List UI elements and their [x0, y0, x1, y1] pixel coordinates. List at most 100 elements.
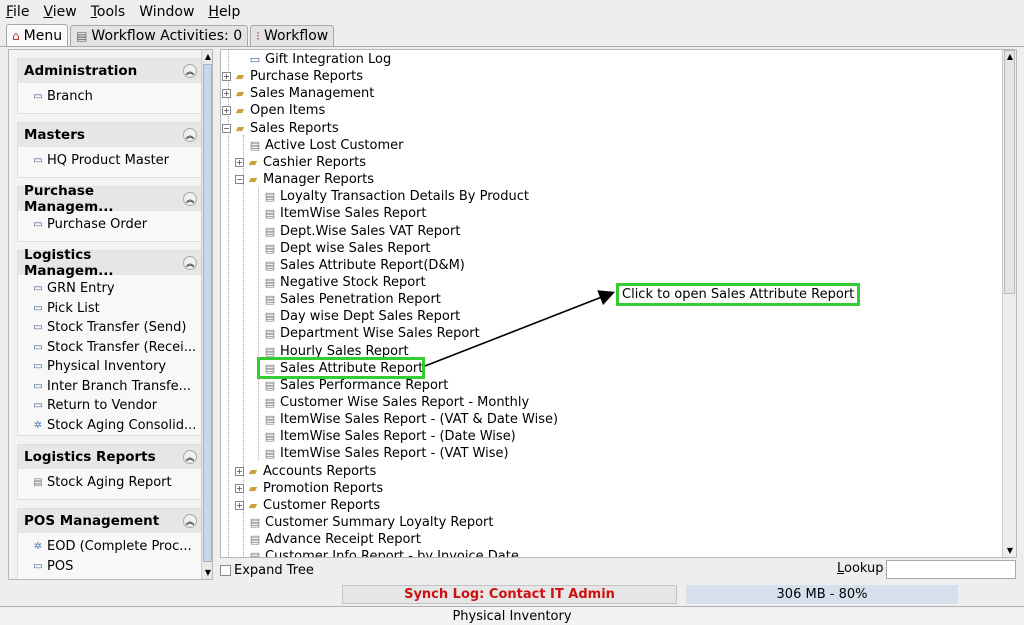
tree-item[interactable]: ▤ Advance Receipt Report: [249, 531, 421, 548]
sidebar-group-header[interactable]: POS Management ︽: [18, 509, 203, 533]
sidebar-item-label: Inter Branch Transfe...: [47, 378, 191, 394]
sidebar-group-header[interactable]: Administration ︽: [18, 59, 203, 83]
sidebar-item[interactable]: ▭ Branch: [32, 87, 203, 107]
expand-toggle-icon[interactable]: +: [235, 466, 244, 476]
tree-item[interactable]: ▤ Dept wise Sales Report: [264, 240, 431, 257]
sidebar-item[interactable]: ▭ Purchase Order: [32, 215, 203, 235]
tree-item[interactable]: ▤ ItemWise Sales Report - (Date Wise): [264, 428, 516, 445]
expand-toggle-icon[interactable]: +: [235, 483, 244, 493]
menu-tools[interactable]: Tools: [91, 4, 126, 20]
expand-toggle-icon[interactable]: +: [235, 500, 244, 510]
tree-folder[interactable]: + ▰ Accounts Reports: [235, 463, 376, 480]
collapse-icon[interactable]: ︽: [183, 128, 197, 142]
sidebar-item[interactable]: ▭ POS: [32, 557, 203, 577]
tree-item[interactable]: ▤ Day wise Dept Sales Report: [264, 308, 460, 325]
expand-toggle-icon[interactable]: +: [222, 72, 231, 82]
sidebar-scroll-thumb[interactable]: [203, 64, 212, 562]
tree-folder[interactable]: + ▰ Sales Management: [222, 85, 374, 102]
expand-tree-checkbox[interactable]: [220, 564, 231, 576]
expand-toggle-icon[interactable]: +: [235, 157, 244, 167]
window-icon: ▭: [33, 91, 43, 103]
collapse-icon[interactable]: ︽: [183, 64, 197, 78]
menu-file[interactable]: File: [6, 4, 29, 20]
tree-item[interactable]: ▤ Active Lost Customer: [249, 137, 404, 154]
sidebar-group-header[interactable]: Logistics Managem... ︽: [18, 247, 203, 279]
sidebar-item[interactable]: ▤ Stock Aging Report: [32, 473, 203, 493]
menu-help-rest: elp: [218, 4, 241, 20]
scroll-down-arrow-icon[interactable]: ▼: [1004, 544, 1016, 556]
menu-view[interactable]: View: [43, 4, 76, 20]
tree-item[interactable]: ▤ Hourly Sales Report: [264, 343, 409, 360]
scroll-down-arrow-icon[interactable]: ▼: [203, 566, 212, 578]
tree-item[interactable]: ▤ ItemWise Sales Report - (VAT Wise): [264, 445, 509, 462]
tree-item[interactable]: ▤ Dept.Wise Sales VAT Report: [264, 223, 461, 240]
tab-workflow[interactable]: ⁝ Workflow: [250, 25, 335, 46]
tree-item[interactable]: ▤ ItemWise Sales Report: [264, 205, 427, 222]
tree-folder[interactable]: + ▰ Open Items: [222, 102, 325, 119]
tree-item-label: Customer Summary Loyalty Report: [265, 515, 494, 531]
collapse-toggle-icon[interactable]: −: [235, 175, 244, 185]
sidebar-item[interactable]: ✲ Stock Aging Consolid...: [32, 416, 203, 436]
tree-folder[interactable]: + ▰ Promotion Reports: [235, 480, 383, 497]
collapse-icon[interactable]: ︽: [183, 450, 197, 464]
sidebar-group-header[interactable]: Purchase Managem... ︽: [18, 183, 203, 215]
sidebar-group-header[interactable]: Logistics Reports ︽: [18, 445, 203, 469]
tree-item[interactable]: ▤ Customer Wise Sales Report - Monthly: [264, 394, 529, 411]
tree-folder[interactable]: − ▰ Sales Reports: [222, 120, 339, 137]
tree-folder[interactable]: + ▰ Customer Reports: [235, 497, 380, 514]
report-icon: ▤: [264, 413, 276, 427]
sidebar-item[interactable]: ✲ EOD (Complete Proc...: [32, 537, 203, 557]
expand-toggle-icon[interactable]: +: [222, 106, 231, 116]
tab-workflow-activities[interactable]: ▤ Workflow Activities: 0: [70, 25, 249, 46]
window-icon: ▭: [33, 380, 43, 392]
collapse-icon[interactable]: ︽: [183, 192, 197, 206]
tree-item[interactable]: ▤ Customer Summary Loyalty Report: [249, 514, 494, 531]
tree-item[interactable]: ▤ ItemWise Sales Report - (VAT & Date Wis…: [264, 411, 558, 428]
tree-item[interactable]: ▤ Sales Penetration Report: [264, 291, 441, 308]
tree-item-label: Gift Integration Log: [265, 52, 392, 67]
tree-item-label: Sales Penetration Report: [280, 292, 441, 308]
tree-item-label: Department Wise Sales Report: [280, 326, 480, 342]
tree-item[interactable]: ▤ Negative Stock Report: [264, 274, 426, 291]
sidebar-item[interactable]: ▭ Physical Inventory: [32, 357, 203, 377]
sidebar-scrollbar[interactable]: ▲ ▼: [201, 50, 212, 579]
tree-item-label: Promotion Reports: [263, 480, 384, 496]
tree-scrollbar[interactable]: ▲ ▼: [1002, 50, 1016, 557]
tree-folder[interactable]: + ▰ Purchase Reports: [222, 68, 363, 85]
sidebar-item[interactable]: ▭ GRN Entry: [32, 279, 203, 299]
scroll-up-arrow-icon[interactable]: ▲: [203, 50, 212, 62]
sidebar-item[interactable]: ▭ Return to Vendor: [32, 396, 203, 416]
tree-item[interactable]: ▭ Gift Integration Log: [249, 51, 391, 68]
expand-toggle-icon[interactable]: +: [222, 89, 231, 99]
lookup-input[interactable]: [886, 560, 1016, 579]
report-icon: ▤: [249, 533, 261, 547]
collapse-icon[interactable]: ︽: [183, 256, 197, 270]
tree-item[interactable]: ▤ Department Wise Sales Report: [264, 325, 480, 342]
tree-item-label: Active Lost Customer: [265, 137, 404, 153]
sidebar-item[interactable]: ▭ Inter Branch Transfe...: [32, 377, 203, 397]
tree-folder[interactable]: + ▰ Cashier Reports: [235, 154, 366, 171]
sidebar-item[interactable]: ▭ HQ Product Master: [32, 151, 203, 171]
tree-item[interactable]: ▤ Loyalty Transaction Details By Product: [264, 188, 529, 205]
tree-item[interactable]: ▤ Sales Attribute Report(D&M): [264, 257, 465, 274]
sidebar-group-header[interactable]: Masters ︽: [18, 123, 203, 147]
scroll-up-arrow-icon[interactable]: ▲: [1004, 50, 1016, 62]
sidebar-item[interactable]: ▭ Stock Transfer (Recei...: [32, 338, 203, 358]
tab-menu[interactable]: ⌂ Menu: [6, 24, 69, 46]
collapse-toggle-icon[interactable]: −: [222, 123, 231, 133]
tree-item[interactable]: ▤ Customer Info Report - by Invoice Date: [249, 548, 519, 557]
sidebar-item[interactable]: ▭ Stock Transfer (Send): [32, 318, 203, 338]
sidebar-group-items: ▭ HQ Product Master: [18, 147, 203, 173]
tree-item-label: ItemWise Sales Report - (Date Wise): [280, 429, 516, 445]
collapse-icon[interactable]: ︽: [183, 514, 197, 528]
sidebar-item[interactable]: ▭ Pick List: [32, 299, 203, 319]
tree-item-label: Sales Attribute Report(D&M): [280, 257, 465, 273]
report-icon: ▤: [264, 190, 276, 204]
tree-item[interactable]: ▤ Sales Attribute Report: [264, 360, 424, 377]
synch-log-button[interactable]: Synch Log: Contact IT Admin: [342, 585, 677, 604]
menu-window[interactable]: Window: [139, 4, 194, 20]
tree-item[interactable]: ▤ Sales Performance Report: [264, 377, 449, 394]
tree-scroll-thumb[interactable]: [1004, 50, 1015, 294]
tree-folder[interactable]: − ▰ Manager Reports: [235, 171, 374, 188]
menu-help[interactable]: Help: [208, 4, 240, 20]
